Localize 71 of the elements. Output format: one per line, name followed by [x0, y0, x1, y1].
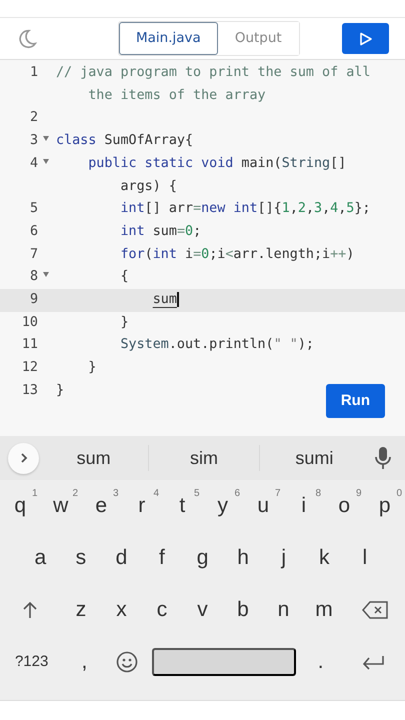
symbols-key[interactable]: ?123 [0, 636, 64, 688]
keyboard-key[interactable]: c [142, 584, 182, 636]
word-suggestion[interactable]: sumi [260, 444, 369, 472]
keyboard-key[interactable]: u 7 [243, 480, 284, 532]
keyboard-key[interactable]: v [182, 584, 223, 636]
keyboard-key[interactable]: r 4 [122, 480, 162, 532]
line-number: 2 [28, 109, 38, 128]
code-line: } [120, 314, 130, 332]
line-number: 10 [20, 314, 38, 332]
code-line: int sum=0; [120, 222, 202, 241]
line-number: 11 [20, 336, 38, 354]
code-line: int[] arr=new int[]{1,2,3,4,5}; [120, 200, 370, 218]
file-tab[interactable]: Main.java [119, 22, 218, 55]
run-button[interactable]: Run [326, 384, 385, 418]
keyboard-key[interactable]: z [60, 584, 102, 636]
keyboard-key[interactable]: f [142, 532, 182, 584]
keyboard-key[interactable]: p 0 [364, 480, 405, 532]
keyboard-key[interactable]: j [263, 532, 304, 584]
keyboard-key[interactable]: h [222, 532, 264, 584]
microphone-icon[interactable] [374, 446, 391, 470]
line-number: 3 [28, 132, 38, 150]
word-suggestion[interactable]: sum [39, 444, 148, 472]
fold-icon[interactable] [43, 272, 49, 278]
chevron-icon [18, 452, 28, 464]
keyboard-key[interactable]: m [304, 584, 344, 636]
code-line: } [87, 359, 98, 378]
keyboard-key[interactable]: , [63, 636, 106, 688]
enter-icon[interactable] [361, 654, 386, 670]
keyboard-key[interactable]: b [222, 584, 264, 636]
keyboard-key[interactable]: t 5 [162, 480, 202, 532]
fold-icon[interactable] [43, 158, 49, 164]
smiley-icon[interactable] [116, 651, 138, 673]
keyboard-key[interactable]: x [101, 584, 142, 636]
space-bar[interactable] [152, 648, 296, 676]
code-line: sum [152, 291, 180, 310]
keyboard-key[interactable]: o 9 [324, 480, 364, 532]
line-number: 5 [28, 200, 38, 218]
line-number: 6 [28, 222, 38, 241]
keyboard-key[interactable]: k [304, 532, 344, 584]
code-line: } [56, 382, 66, 400]
code-line: class SumOfArray{ [56, 132, 194, 150]
word-suggestion[interactable]: sim [149, 444, 259, 472]
keyboard-key[interactable]: e 3 [81, 480, 122, 532]
keyboard-key[interactable]: l [344, 532, 386, 584]
line-number: 8 [28, 268, 38, 286]
line-number: 12 [20, 359, 38, 378]
code-line: // java program to print the sum of all the items of the array [56, 64, 372, 105]
keyboard-key[interactable]: g [182, 532, 223, 584]
code-line: { [120, 268, 130, 286]
code-line: for(int i=0;i<arr.length;i++) [120, 246, 354, 264]
shift-icon[interactable] [22, 601, 38, 619]
keyboard-key[interactable]: i 8 [284, 480, 324, 532]
code-line: public static void main(String[] args) { [87, 154, 348, 196]
play-icon [358, 32, 372, 46]
keyboard-key[interactable]: q 1 [0, 480, 40, 532]
keyboard-key[interactable]: a [20, 532, 61, 584]
fold-icon[interactable] [43, 136, 49, 142]
line-number: 13 [20, 382, 38, 400]
run-button[interactable] [342, 23, 389, 54]
line-number: 9 [28, 291, 38, 310]
keyboard-key[interactable]: . [300, 636, 342, 688]
keyboard-key[interactable]: s [60, 532, 102, 584]
keyboard-key[interactable]: y 6 [202, 480, 243, 532]
line-number: 7 [28, 246, 38, 264]
line-number: 1 [28, 64, 38, 82]
line-number: 4 [28, 154, 38, 173]
backspace-icon[interactable] [362, 601, 388, 619]
keyboard-key[interactable]: d [101, 532, 142, 584]
code-line: System.out.println(" "); [120, 336, 314, 354]
expand-button[interactable] [8, 442, 39, 474]
keyboard-key[interactable]: n [263, 584, 304, 636]
